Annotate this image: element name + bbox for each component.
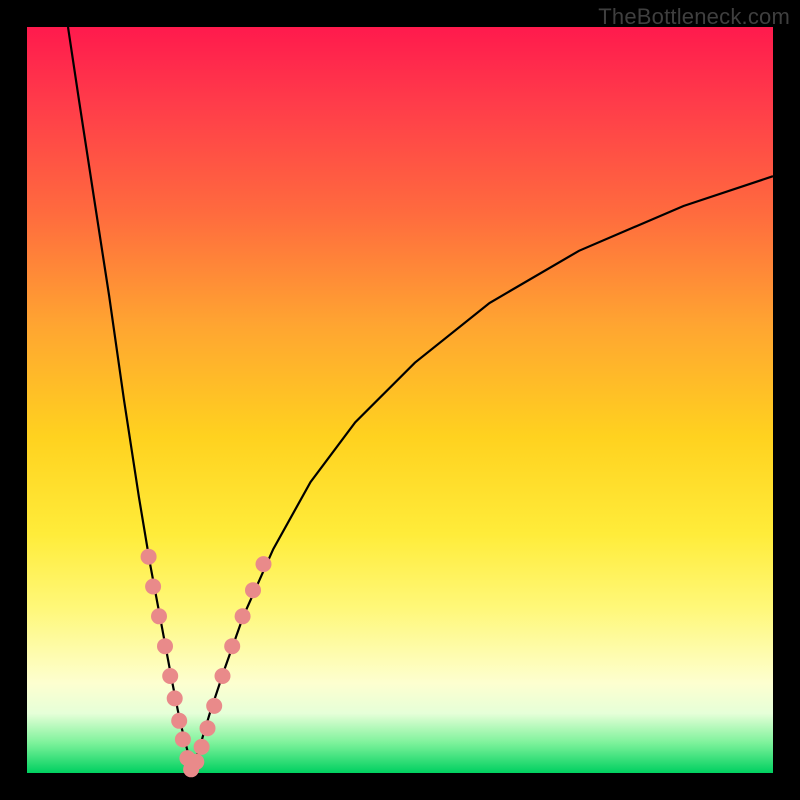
data-dot — [175, 731, 191, 747]
curve-right-arm — [191, 176, 773, 773]
data-dot — [206, 698, 222, 714]
data-dot — [162, 668, 178, 684]
data-dot — [151, 608, 167, 624]
data-dot — [171, 713, 187, 729]
watermark-text: TheBottleneck.com — [598, 4, 790, 30]
data-dot — [200, 720, 216, 736]
data-dot — [256, 556, 272, 572]
data-dot — [245, 582, 261, 598]
plot-area — [27, 27, 773, 773]
data-dot — [224, 638, 240, 654]
data-dot — [141, 549, 157, 565]
data-dot — [194, 739, 210, 755]
curve-left-arm — [68, 27, 191, 773]
data-dot — [167, 690, 183, 706]
dots-group — [141, 549, 272, 778]
data-dot — [145, 579, 161, 595]
data-dot — [235, 608, 251, 624]
data-dot — [188, 754, 204, 770]
data-dot — [157, 638, 173, 654]
chart-frame: TheBottleneck.com — [0, 0, 800, 800]
curve-layer — [27, 27, 773, 773]
data-dot — [215, 668, 231, 684]
